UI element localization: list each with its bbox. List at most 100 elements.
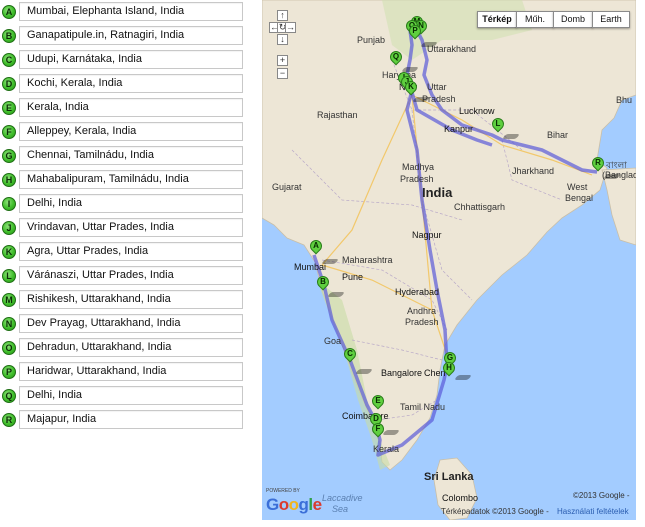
map-label-hyderabad: Hyderabad [395, 287, 440, 297]
marker-q-icon: Q [2, 389, 16, 403]
map-label-bhutan: Bhu [616, 95, 633, 105]
marker-i-icon: I [2, 197, 16, 211]
marker-h-icon: H [2, 173, 16, 187]
google-logo[interactable]: Google [266, 495, 322, 515]
map-label-andhra: Andhra [407, 306, 437, 316]
map-label-bangalore: Bangalore [381, 368, 423, 378]
marker-b-icon: B [2, 29, 16, 43]
marker-p-icon: P [2, 365, 16, 379]
map-label-pune: Pune [342, 272, 364, 282]
map-label-west-1: West [567, 182, 588, 192]
marker-e-icon: E [2, 101, 16, 115]
map-label-lucknow: Lucknow [459, 106, 495, 116]
waypoint-address-field[interactable]: Majapur, India [19, 410, 243, 429]
waypoint-address-field[interactable]: Kochi, Kerala, India [19, 74, 243, 93]
pan-up-button[interactable]: ↑ [277, 10, 288, 21]
terms-of-use-link[interactable]: Használati feltételek [557, 507, 629, 516]
pan-right-button[interactable]: → [285, 22, 296, 33]
map-type-map-button[interactable]: Térkép [477, 11, 517, 28]
waypoint-address-field[interactable]: Váránaszi, Uttar Prades, India [19, 266, 243, 285]
waypoint-address-field[interactable]: Alleppey, Kerala, India [19, 122, 243, 141]
waypoint-row-j: J Vrindavan, Uttar Prades, India [0, 216, 248, 240]
marker-c-icon: C [2, 53, 16, 67]
waypoint-row-g: G Chennai, Tamilnádu, India [0, 144, 248, 168]
map-label-nagpur: Nagpur [412, 230, 442, 240]
waypoint-address-field[interactable]: Udupi, Karnátaka, India [19, 50, 243, 69]
map-label-pradesh-ap: Pradesh [405, 317, 439, 327]
waypoint-row-n: N Dev Prayag, Uttarakhand, India [0, 312, 248, 336]
waypoint-row-a: A Mumbai, Elephanta Island, India [0, 0, 248, 24]
map-type-terrain-button[interactable]: Domb [553, 11, 593, 28]
map-label-rajasthan: Rajasthan [317, 110, 358, 120]
india-landmass [262, 0, 636, 471]
waypoint-row-r: R Majapur, India [0, 408, 248, 432]
waypoint-address-field[interactable]: Chennai, Tamilnádu, India [19, 146, 243, 165]
marker-d-icon: D [2, 77, 16, 91]
waypoint-address-field[interactable]: Haridwar, Uttarakhand, India [19, 362, 243, 381]
waypoint-row-m: M Rishikesh, Uttarakhand, India [0, 288, 248, 312]
map-label-tamil-nadu: Tamil Nadu [400, 402, 446, 412]
map-label-laccadive: Laccadive [322, 493, 363, 503]
map-label-pradesh-mp: Pradesh [400, 174, 434, 184]
marker-k-icon: K [2, 245, 16, 259]
waypoint-address-field[interactable]: Ganapatipule.in, Ratnagiri, India [19, 26, 243, 45]
marker-m-icon: M [2, 293, 16, 307]
map-label-uttar: Uttar [427, 82, 447, 92]
map-label-india: India [422, 185, 453, 200]
map-data-attribution: Térképadatok ©2013 Google - [441, 507, 549, 516]
marker-o-icon: O [2, 341, 16, 355]
waypoint-address-field[interactable]: Kerala, India [19, 98, 243, 117]
powered-by-text: POWERED BY [266, 488, 300, 494]
map-label-goa: Goa [324, 336, 342, 346]
zoom-out-button[interactable]: − [277, 68, 288, 79]
map-type-earth-button[interactable]: Earth [592, 11, 630, 28]
marker-l-icon: L [2, 269, 16, 283]
waypoint-row-h: H Mahabalipuram, Tamilnádu, India [0, 168, 248, 192]
map-label-sri-lanka: Sri Lanka [424, 471, 474, 483]
waypoint-address-field[interactable]: Agra, Uttar Prades, India [19, 242, 243, 261]
waypoint-address-field[interactable]: Delhi, India [19, 386, 243, 405]
waypoint-address-field[interactable]: Mahabalipuram, Tamilnádu, India [19, 170, 243, 189]
zoom-in-button[interactable]: + [277, 55, 288, 66]
waypoint-row-l: L Váránaszi, Uttar Prades, India [0, 264, 248, 288]
map-label-maharashtra: Maharashtra [342, 255, 393, 265]
marker-n-icon: N [2, 317, 16, 331]
map-label-chhattisgarh: Chhattisgarh [454, 202, 506, 212]
map-copyright: ©2013 Google - [573, 491, 630, 500]
waypoint-address-field[interactable]: Dehradun, Uttarakhand, India [19, 338, 243, 357]
waypoint-row-b: B Ganapatipule.in, Ratnagiri, India [0, 24, 248, 48]
waypoint-address-field[interactable]: Mumbai, Elephanta Island, India [19, 2, 243, 21]
waypoint-row-d: D Kochi, Kerala, India [0, 72, 248, 96]
map-label-madhya: Madhya [402, 162, 435, 172]
waypoint-row-p: P Haridwar, Uttarakhand, India [0, 360, 248, 384]
map-label-colombo: Colombo [442, 493, 479, 503]
waypoint-row-i: I Delhi, India [0, 192, 248, 216]
map-label-kanpur: Kanpur [444, 124, 474, 134]
marker-j-icon: J [2, 221, 16, 235]
map-label-sea: Sea [332, 504, 349, 514]
map-label-punjab: Punjab [357, 35, 386, 45]
waypoint-address-field[interactable]: Dev Prayag, Uttarakhand, India [19, 314, 243, 333]
map-type-satellite-button[interactable]: Műh. [516, 11, 554, 28]
map-label-jharkhand: Jharkhand [512, 166, 555, 176]
waypoint-address-field[interactable]: Vrindavan, Uttar Prades, India [19, 218, 243, 237]
waypoint-row-k: K Agra, Uttar Prades, India [0, 240, 248, 264]
waypoint-row-e: E Kerala, India [0, 96, 248, 120]
route-map[interactable]: Punjab Haryana Uttarakhand New Rajasthan… [262, 0, 636, 520]
pan-down-button[interactable]: ↓ [277, 34, 288, 45]
marker-a-icon: A [2, 5, 16, 19]
waypoint-row-q: Q Delhi, India [0, 384, 248, 408]
waypoint-row-f: F Alleppey, Kerala, India [0, 120, 248, 144]
waypoint-address-field[interactable]: Delhi, India [19, 194, 243, 213]
map-label-kerala: Kerala [373, 444, 400, 454]
waypoint-row-o: O Dehradun, Uttarakhand, India [0, 336, 248, 360]
waypoint-address-field[interactable]: Rishikesh, Uttarakhand, India [19, 290, 243, 309]
map-label-west-2: Bengal [565, 193, 594, 203]
marker-r-icon: R [2, 413, 16, 427]
map-label-bihar: Bihar [547, 130, 569, 140]
marker-g-icon: G [2, 149, 16, 163]
map-canvas [262, 0, 636, 520]
waypoint-row-c: C Udupi, Karnátaka, India [0, 48, 248, 72]
marker-f-icon: F [2, 125, 16, 139]
map-label-gujarat: Gujarat [272, 182, 302, 192]
